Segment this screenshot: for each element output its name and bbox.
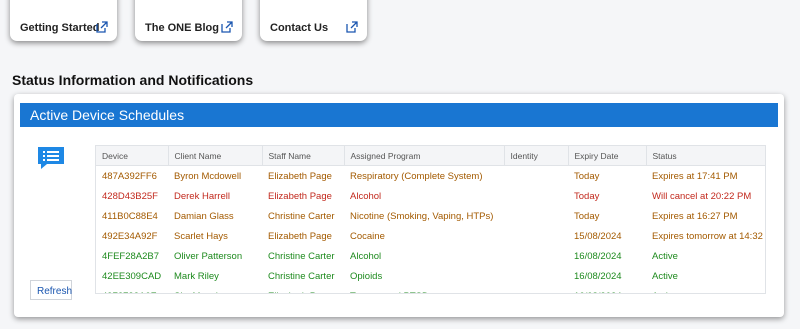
cell-expiry: Today <box>574 210 600 222</box>
card-label: Getting Started <box>20 22 100 34</box>
cell-staff: Elizabeth Page <box>268 170 332 182</box>
cell-device: 42EE309CAD <box>102 270 162 282</box>
table-row[interactable]: 492E34A92F Scarlet Hays Elizabeth Page C… <box>96 226 765 246</box>
cell-client: Sky Mosely <box>168 286 262 294</box>
cell-identity <box>504 206 568 226</box>
card-label: Contact Us <box>270 22 329 34</box>
cell-status: Will cancel at 20:22 PM <box>652 190 752 202</box>
cell-program: Alcohol <box>350 250 382 262</box>
column-header-identity[interactable]: Identity <box>504 146 569 166</box>
cell-client: Mark Riley <box>174 270 219 282</box>
list-chat-icon <box>38 147 64 169</box>
external-link-icon[interactable] <box>345 20 359 34</box>
cell-identity <box>504 246 568 266</box>
column-header-client[interactable]: Client Name <box>168 146 263 166</box>
cell-device: 411B0C88E4 <box>102 210 158 222</box>
cell-expiry: 15/08/2024 <box>574 230 622 242</box>
cell-expiry: 16/08/2024 <box>568 286 646 294</box>
panel-title: Active Device Schedules <box>20 103 778 127</box>
cell-client: Oliver Patterson <box>174 250 243 262</box>
table-row[interactable]: 4972733A0F Sky Mosely Elizabeth Page Tra… <box>96 286 765 294</box>
column-header-staff[interactable]: Staff Name <box>262 146 345 166</box>
column-header-expiry[interactable]: Expiry Date <box>568 146 647 166</box>
cell-program: Trauma and PTSD <box>344 286 504 294</box>
schedules-table[interactable]: Device Client Name Staff Name Assigned P… <box>95 145 766 294</box>
cell-staff: Elizabeth Page <box>268 190 332 202</box>
table-row[interactable]: 4FEF28A2B7 Oliver Patterson Christine Ca… <box>96 246 765 266</box>
table-row[interactable]: 428D43B25F Derek Harrell Elizabeth Page … <box>96 186 765 206</box>
cell-expiry: 16/08/2024 <box>574 270 622 282</box>
cell-device: 492E34A92F <box>102 230 158 242</box>
card-getting-started[interactable]: Getting Started <box>10 0 117 41</box>
cell-staff: Christine Carter <box>268 210 335 222</box>
cell-expiry: 16/08/2024 <box>574 250 622 262</box>
cell-staff: Christine Carter <box>268 270 335 282</box>
cell-device: 428D43B25F <box>102 190 158 202</box>
cell-program: Nicotine (Smoking, Vaping, HTPs) <box>350 210 494 222</box>
table-row[interactable]: 487A392FF6 Byron Mcdowell Elizabeth Page… <box>96 166 765 187</box>
cell-staff: Elizabeth Page <box>268 230 332 242</box>
cell-status: Expires at 16:27 PM <box>652 210 738 222</box>
cell-client: Derek Harrell <box>174 190 230 202</box>
cell-client: Byron Mcdowell <box>174 170 242 182</box>
cell-expiry: Today <box>574 190 600 202</box>
card-one-blog[interactable]: The ONE Blog <box>135 0 242 41</box>
cell-device: 487A392FF6 <box>102 170 157 182</box>
cell-device: 4FEF28A2B7 <box>102 250 160 262</box>
column-header-status[interactable]: Status <box>646 146 765 166</box>
table-header-row: Device Client Name Staff Name Assigned P… <box>96 146 765 166</box>
column-header-device[interactable]: Device <box>96 146 169 166</box>
table-row[interactable]: 411B0C88E4 Damian Glass Christine Carter… <box>96 206 765 226</box>
cell-identity <box>504 186 568 206</box>
cell-program: Cocaine <box>350 230 385 242</box>
column-header-program[interactable]: Assigned Program <box>344 146 505 166</box>
cell-expiry: Today <box>574 170 600 182</box>
cell-client: Damian Glass <box>174 210 234 222</box>
cell-staff: Christine Carter <box>268 250 335 262</box>
cell-program: Opioids <box>350 270 383 282</box>
cell-identity <box>504 266 568 286</box>
external-link-icon[interactable] <box>220 20 234 34</box>
cell-status: Expires at 17:41 PM <box>652 170 738 182</box>
cell-staff: Elizabeth Page <box>262 286 344 294</box>
cell-client: Scarlet Hays <box>174 230 228 242</box>
cell-status: Active <box>646 286 765 294</box>
card-contact-us[interactable]: Contact Us <box>260 0 367 41</box>
cell-identity <box>504 226 568 246</box>
cell-status: Active <box>652 250 678 262</box>
cell-status: Active <box>652 270 678 282</box>
cell-status: Expires tomorrow at 14:32 PM <box>652 230 765 242</box>
cell-identity <box>504 166 568 187</box>
external-link-icon[interactable] <box>95 20 109 34</box>
cell-program: Respiratory (Complete System) <box>350 170 483 182</box>
cell-identity <box>504 286 568 293</box>
table-row[interactable]: 42EE309CAD Mark Riley Christine Carter O… <box>96 266 765 286</box>
card-label: The ONE Blog <box>145 22 219 34</box>
cell-device: 4972733A0F <box>96 286 168 294</box>
refresh-button[interactable]: Refresh <box>30 280 72 300</box>
active-device-schedules-panel: Active Device Schedules Refresh Device C… <box>14 94 784 317</box>
section-title: Status Information and Notifications <box>12 72 254 88</box>
cell-program: Alcohol <box>350 190 382 202</box>
